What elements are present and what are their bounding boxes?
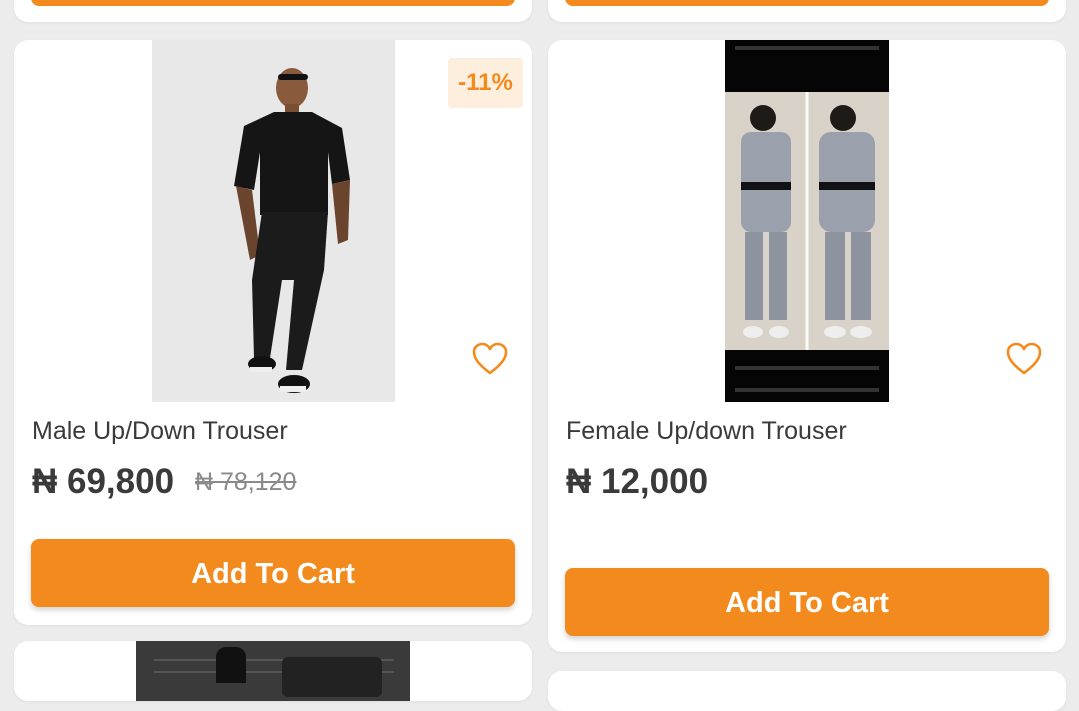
add-to-cart-button-partial[interactable]: [565, 0, 1049, 6]
add-to-cart-button[interactable]: Add To Cart: [565, 568, 1049, 636]
add-to-cart-button-partial[interactable]: [31, 0, 515, 6]
product-name[interactable]: Male Up/Down Trouser: [32, 417, 288, 446]
product-card-female-trouser[interactable]: Female Up/down Trouser ₦ 12,000 Add To C…: [548, 40, 1066, 652]
product-image-partial[interactable]: [136, 641, 410, 701]
add-to-cart-button[interactable]: Add To Cart: [31, 539, 515, 607]
phone-screenshot-image: [725, 40, 889, 402]
male-model-figure: [152, 40, 395, 402]
product-price: ₦ 12,000: [566, 462, 709, 501]
product-card-bottom-right[interactable]: [548, 671, 1066, 711]
product-price: ₦ 69,800: [32, 462, 175, 501]
product-card-top-right[interactable]: [548, 0, 1066, 22]
product-name[interactable]: Female Up/down Trouser: [566, 417, 847, 446]
product-image-female[interactable]: [725, 40, 889, 402]
product-card-male-trouser[interactable]: -11% Male Up/Down Trouser ₦ 69,800 ₦ 78,…: [14, 40, 532, 625]
product-image-male[interactable]: [152, 40, 395, 402]
discount-badge: -11%: [448, 58, 523, 108]
heart-outline-icon[interactable]: [1006, 342, 1042, 376]
heart-outline-icon[interactable]: [472, 342, 508, 376]
product-card-bottom-left[interactable]: [14, 641, 532, 701]
product-old-price: ₦ 78,120: [195, 468, 297, 496]
product-card-top-left[interactable]: [14, 0, 532, 22]
